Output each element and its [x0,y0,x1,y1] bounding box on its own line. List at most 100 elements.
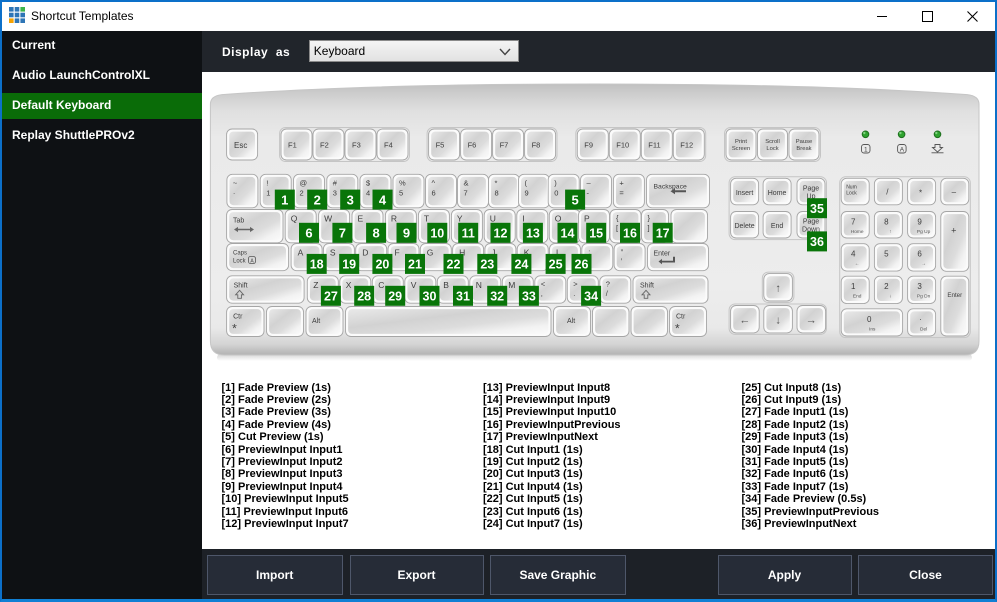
svg-text:3: 3 [347,192,354,207]
svg-text:Shift: Shift [234,282,248,289]
svg-text:Shift: Shift [640,282,654,289]
svg-text:C: C [378,280,384,290]
svg-text:→: → [921,262,926,267]
svg-text:20: 20 [375,258,389,272]
svg-text:10: 10 [430,227,444,241]
svg-text:23: 23 [480,258,494,272]
svg-text:22: 22 [447,258,461,272]
svg-text:F1: F1 [288,141,297,150]
svg-text:12: 12 [494,227,508,241]
svg-text:F: F [395,248,400,258]
svg-text:M: M [508,280,515,290]
svg-text:4: 4 [851,250,856,259]
svg-text:Alt: Alt [312,318,320,325]
svg-text:+: + [619,178,624,187]
svg-text:36: 36 [810,235,824,249]
svg-text:7: 7 [339,226,346,241]
svg-text:28: 28 [357,290,371,304]
svg-text:↓: ↓ [775,315,781,327]
svg-text:4: 4 [366,188,370,197]
svg-text:2: 2 [314,192,321,207]
svg-text:→: → [806,315,817,327]
svg-text:0: 0 [554,188,558,197]
svg-text:19: 19 [342,258,356,272]
svg-text:Lock: Lock [233,259,247,265]
svg-text:Q: Q [291,214,298,224]
svg-text:34: 34 [584,290,598,304]
svg-text:P: P [584,214,590,224]
svg-text:*: * [919,188,922,197]
svg-text:Print: Print [735,139,747,145]
svg-text:9: 9 [403,226,410,241]
svg-text:&: & [464,178,469,187]
svg-text:F2: F2 [320,141,329,150]
svg-text:End: End [853,294,862,300]
svg-text:·: · [233,188,236,197]
svg-text:3: 3 [917,282,922,291]
svg-text:33: 33 [522,290,536,304]
svg-text:35: 35 [810,202,824,216]
svg-text:F12: F12 [680,141,693,150]
svg-text:17: 17 [656,227,670,241]
svg-text:N: N [476,280,482,290]
svg-text:31: 31 [456,290,470,304]
svg-text:@: @ [300,178,308,187]
svg-text:*: * [675,322,680,336]
svg-text:8: 8 [495,188,499,197]
svg-text:*: * [495,178,498,187]
svg-text:?: ? [606,279,610,288]
svg-text:F5: F5 [436,141,445,150]
svg-text:1: 1 [851,282,856,291]
svg-text:Pause: Pause [796,139,812,145]
svg-text:F8: F8 [532,141,541,150]
svg-text:F4: F4 [384,141,393,150]
svg-text:Backspace: Backspace [654,183,687,190]
svg-text:I: I [522,214,524,224]
svg-text:W: W [324,214,332,224]
svg-text:F3: F3 [352,141,361,150]
svg-text:Ctr: Ctr [233,314,243,321]
svg-text:30: 30 [423,290,437,304]
svg-text:Page: Page [803,219,819,226]
svg-text:>: > [573,279,578,288]
svg-text:Home: Home [768,190,787,197]
svg-text:A: A [900,147,905,154]
svg-text:Insert: Insert [736,190,754,197]
svg-text:8: 8 [372,226,379,241]
svg-text:Scroll: Scroll [765,139,780,145]
svg-text:26: 26 [575,258,589,272]
svg-text:5: 5 [571,192,578,207]
svg-text:Home: Home [851,229,864,235]
svg-text:B: B [443,280,449,290]
svg-text:G: G [427,248,434,258]
svg-text:25: 25 [549,258,563,272]
svg-text:F10: F10 [616,141,629,150]
svg-text:29: 29 [388,290,402,304]
svg-text:F9: F9 [584,141,593,150]
svg-text:X: X [346,280,352,290]
svg-text:Esc: Esc [234,141,247,150]
svg-text:Screen: Screen [732,146,750,152]
svg-text:<: < [541,279,546,288]
svg-text:Pg Dn: Pg Dn [917,294,931,300]
svg-text:S: S [330,248,336,258]
svg-text:14: 14 [561,227,575,241]
svg-text:Delete: Delete [734,223,754,230]
svg-text:^: ^ [432,178,436,187]
svg-text:Enter: Enter [654,251,671,258]
svg-text:Lock: Lock [766,146,778,152]
svg-text:←: ← [739,315,750,327]
svg-text:↑: ↑ [775,283,781,295]
svg-text:T: T [424,214,429,224]
svg-text:8: 8 [884,218,889,227]
svg-text:0: 0 [867,315,872,324]
svg-text:↓: ↓ [889,295,891,300]
svg-text:7: 7 [464,188,468,197]
svg-text:11: 11 [462,227,475,241]
svg-text:~: ~ [233,178,238,187]
svg-text:6: 6 [305,226,312,241]
svg-text:5: 5 [884,250,889,259]
svg-text:D: D [362,248,368,258]
svg-text:Tab: Tab [233,218,244,225]
svg-text:Ctr: Ctr [676,314,686,321]
